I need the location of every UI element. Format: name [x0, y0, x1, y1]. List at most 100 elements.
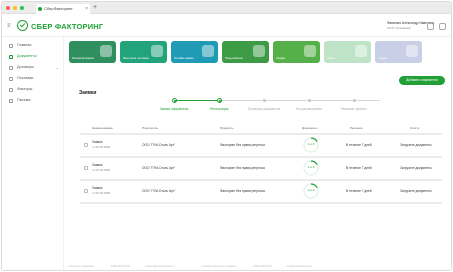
step-label: Регистрация: [209, 107, 229, 111]
buyer-name: ООО "ГУМ-Стиль Арт": [142, 189, 176, 193]
column-header[interactable]: Решение: [350, 126, 363, 130]
application-name[interactable]: Заявка: [92, 140, 102, 144]
column-header[interactable]: Продукты: [220, 126, 234, 130]
banner-label: Предложение: [225, 56, 243, 60]
column-header[interactable]: Документы: [302, 126, 317, 130]
notifications-icon[interactable]: [427, 23, 434, 30]
promo-illustration-icon: [151, 45, 163, 57]
product-name: Факторинг без права регресса: [220, 143, 265, 147]
status-text[interactable]: Загрузите документы: [400, 166, 432, 170]
application-date: от 00.00.0000: [92, 145, 111, 149]
column-header[interactable]: Статус: [410, 126, 419, 130]
column-header[interactable]: Покупатель: [142, 126, 158, 130]
status-text[interactable]: Загрузите документы: [400, 189, 432, 193]
step-done-icon: [217, 98, 222, 103]
banner-label: Скидки: [276, 56, 286, 60]
row-checkbox[interactable]: [84, 189, 88, 193]
promo-banner[interactable]: Финансирование: [69, 41, 116, 63]
footer-item[interactable]: support@sberfactoring.ru: [145, 265, 174, 268]
contract-icon: [9, 65, 13, 70]
documents-progress-ring[interactable]: 1 из 6: [302, 136, 320, 154]
documents-progress-ring[interactable]: 1 из 6: [302, 182, 320, 200]
step-label: На рассмотрении: [296, 107, 322, 111]
sidebar-item-label: Письма: [17, 98, 31, 102]
application-name[interactable]: Заявка: [92, 186, 102, 190]
status-text[interactable]: Загрузите документы: [400, 143, 432, 147]
step-label: Проверка документов: [247, 107, 281, 111]
application-name[interactable]: Заявка: [92, 163, 102, 167]
table-row[interactable]: Заявка от 00.00.0000 ООО "ГУМ-Стиль Арт"…: [80, 133, 442, 154]
footer-item[interactable]: 8 800 000 00 00: [111, 265, 130, 268]
maximize-window-button[interactable]: [20, 6, 24, 10]
application-date: от 00.00.0000: [92, 168, 111, 172]
table-bottom-divider: [80, 202, 442, 204]
promo-banner[interactable]: Новое: [324, 41, 371, 63]
menu-icon[interactable]: ≡: [7, 23, 11, 29]
decision-term: В течение 7 дней: [346, 166, 372, 170]
footer-item[interactable]: Контакты поддержки: [69, 265, 94, 268]
chart-icon: [9, 87, 13, 92]
promo-illustration-icon: [253, 45, 265, 57]
promo-banner[interactable]: Факторинг поставок: [120, 41, 167, 63]
step-label: Решение принято: [340, 107, 368, 111]
sidebar-item-label: Поставки: [17, 76, 34, 80]
promo-banner[interactable]: Онлайн-заявка: [171, 41, 218, 63]
application-stepper: Заявка оформлена Регистрация Проверка до…: [152, 96, 442, 116]
footer-item[interactable]: info@sberfactoring.ru: [287, 265, 312, 268]
row-checkbox[interactable]: [84, 166, 88, 170]
settings-icon[interactable]: [439, 23, 446, 30]
table-row[interactable]: Заявка от 00.00.0000 ООО "ГУМ-Стиль Арт"…: [80, 156, 442, 177]
step-done-icon: [172, 98, 177, 103]
step-pending-icon: [353, 99, 356, 102]
documents-count: 1 из 6: [307, 189, 315, 192]
sidebar-item-label: Документы: [17, 54, 37, 58]
sidebar-item-label: Договоры: [17, 65, 35, 69]
sidebar-item-documents[interactable]: Документы: [2, 51, 63, 62]
chevron-down-icon[interactable]: ⌄: [56, 62, 59, 73]
add-buyer-button[interactable]: Добавить покупателя: [399, 76, 445, 85]
step-pending-icon: [308, 99, 311, 102]
sidebar-item-deliveries[interactable]: Поставки: [2, 73, 63, 84]
promo-illustration-icon: [304, 45, 316, 57]
column-header[interactable]: Наименование: [92, 126, 113, 130]
minimize-window-button[interactable]: [13, 6, 17, 10]
promo-banner[interactable]: Сервис: [375, 41, 422, 63]
tab-close-icon[interactable]: ×: [85, 4, 88, 14]
footer: Контакты поддержки 8 800 000 00 00 suppo…: [69, 265, 451, 270]
browser-tab[interactable]: СберФакторинг ×: [36, 4, 90, 14]
promo-illustration-icon: [355, 45, 367, 57]
documents-count: 1 из 6: [307, 143, 315, 146]
app-header: ≡ СБЕР ФАКТОРИНГ Фамилия Александр Ивано…: [2, 15, 451, 37]
step-pending-icon: [263, 99, 266, 102]
banner-label: Онлайн-заявка: [174, 56, 194, 60]
tab-title: СберФакторинг: [44, 6, 73, 11]
promo-banner[interactable]: Предложение: [222, 41, 269, 63]
buyer-name: ООО "ГУМ-Стиль Арт": [142, 143, 176, 147]
sidebar-item-home[interactable]: Главная: [2, 40, 63, 51]
banner-label: Новое: [327, 56, 336, 60]
browser-tab-bar: СберФакторинг × +: [2, 2, 451, 14]
promo-illustration-icon: [100, 45, 112, 57]
row-checkbox[interactable]: [84, 143, 88, 147]
product-name: Факторинг без права регресса: [220, 166, 265, 170]
banner-label: Факторинг поставок: [123, 56, 149, 60]
footer-item[interactable]: 8 800 000 00 00: [253, 265, 272, 268]
application-date: от 00.00.0000: [92, 191, 111, 195]
browser-window: СберФакторинг × + ≡ СБЕР ФАКТОРИНГ Фамил…: [1, 1, 452, 271]
sidebar-item-contracts[interactable]: Договоры ⌄: [2, 62, 63, 73]
decision-term: В течение 7 дней: [346, 189, 372, 193]
documents-progress-ring[interactable]: 1 из 6: [302, 159, 320, 177]
table-row[interactable]: Заявка от 00.00.0000 ООО "ГУМ-Стиль Арт"…: [80, 179, 442, 200]
promo-banner[interactable]: Скидки: [273, 41, 320, 63]
buyer-name: ООО "ГУМ-Стиль Арт": [142, 166, 176, 170]
footer-item[interactable]: Служба клиентского сервиса: [201, 265, 236, 268]
promo-illustration-icon: [406, 45, 418, 57]
sidebar-item-letters[interactable]: Письма: [2, 95, 63, 106]
banner-label: Финансирование: [72, 56, 95, 60]
logo-text[interactable]: СБЕР ФАКТОРИНГ: [31, 22, 103, 31]
close-window-button[interactable]: [6, 6, 10, 10]
new-tab-button[interactable]: +: [93, 3, 97, 13]
sidebar-item-factors[interactable]: Факторы: [2, 84, 63, 95]
home-icon: [9, 43, 13, 48]
sber-logo-icon: [17, 20, 28, 31]
